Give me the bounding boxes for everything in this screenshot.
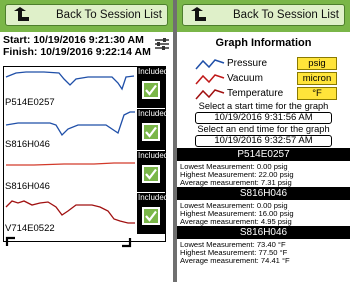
sensor-serial: S816H046 [5,181,50,192]
back-to-session-list-button[interactable]: Back To Session List [182,4,345,26]
temperature-line-icon [195,89,225,100]
list-item[interactable]: P514E0257 Included [4,67,169,109]
start-time-prompt: Select a start time for the graph [198,101,329,111]
back-to-session-list-button[interactable]: Back To Session List [5,4,168,26]
graph-information-title: Graph Information [215,37,312,49]
included-checkbox[interactable] [142,81,160,99]
back-arrow-icon [191,7,206,21]
graph-information-panel: Back To Session List Graph Information P… [177,0,350,282]
list-item[interactable]: S816H046 Included [4,151,169,193]
top-bar: Back To Session List [0,0,173,32]
sensor-serial: V714E0522 [5,223,55,234]
checkmark-icon [145,210,157,222]
included-label: Included [138,67,169,76]
top-bar: Back To Session List [177,0,350,32]
range-start-handle-icon[interactable] [5,236,17,248]
stat-average: Average measurement: 74.41 °F [180,256,290,265]
included-toggle[interactable]: Included [137,151,169,192]
back-arrow-icon [14,7,29,21]
session-start: Start: 10/19/2016 9:21:30 AM [3,34,144,46]
included-checkbox[interactable] [142,165,160,183]
list-item[interactable]: S816H046 Included [4,109,169,151]
session-time-range: Start: 10/19/2016 9:21:30 AM Finish: 10/… [3,34,151,58]
pressure-line-icon [195,59,225,70]
included-toggle[interactable]: Included [137,193,169,234]
settings-sliders-icon[interactable] [154,37,170,51]
stat-average: Average measurement: 4.95 psig [180,217,292,226]
back-button-label: Back To Session List [56,9,162,21]
pressure-unit-button[interactable]: psig [297,57,337,70]
legend-label: Temperature [227,88,284,99]
checkmark-icon [145,126,157,138]
end-time-field[interactable]: 10/19/2016 9:32:57 AM [195,135,332,147]
back-button-label: Back To Session List [233,9,339,21]
start-time-field[interactable]: 10/19/2016 9:31:56 AM [195,112,332,124]
range-end-handle-icon[interactable] [120,236,132,248]
included-toggle[interactable]: Included [137,67,169,108]
sensor-graph-list: P514E0257 Included S816H046 Included S81… [3,66,169,242]
legend-label: Pressure [227,58,268,69]
vacuum-line-icon [195,74,225,85]
included-label: Included [138,109,169,118]
sensor-serial: S816H046 [5,139,50,150]
stat-average: Average measurement: 7.31 psig [180,178,292,187]
session-finish: Finish: 10/19/2016 9:22:14 AM [3,46,151,58]
checkmark-icon [145,168,157,180]
included-checkbox[interactable] [142,123,160,141]
included-label: Included [138,193,169,202]
included-label: Included [138,151,169,160]
session-graphs-panel: Back To Session List Start: 10/19/2016 9… [0,0,173,282]
checkmark-icon [145,84,157,96]
temperature-unit-button[interactable]: °F [297,87,337,100]
sensor-stat-header: S816H046 [177,226,350,239]
sensor-serial: P514E0257 [5,97,55,108]
sensor-stat-header: S816H046 [177,187,350,200]
legend-label: Vacuum [227,73,263,84]
sensor-stat-header: P514E0257 [177,148,350,161]
end-time-prompt: Select an end time for the graph [197,124,330,134]
included-toggle[interactable]: Included [137,109,169,150]
included-checkbox[interactable] [142,207,160,225]
vacuum-unit-button[interactable]: micron [297,72,337,85]
list-item[interactable]: V714E0522 Included [4,193,169,235]
